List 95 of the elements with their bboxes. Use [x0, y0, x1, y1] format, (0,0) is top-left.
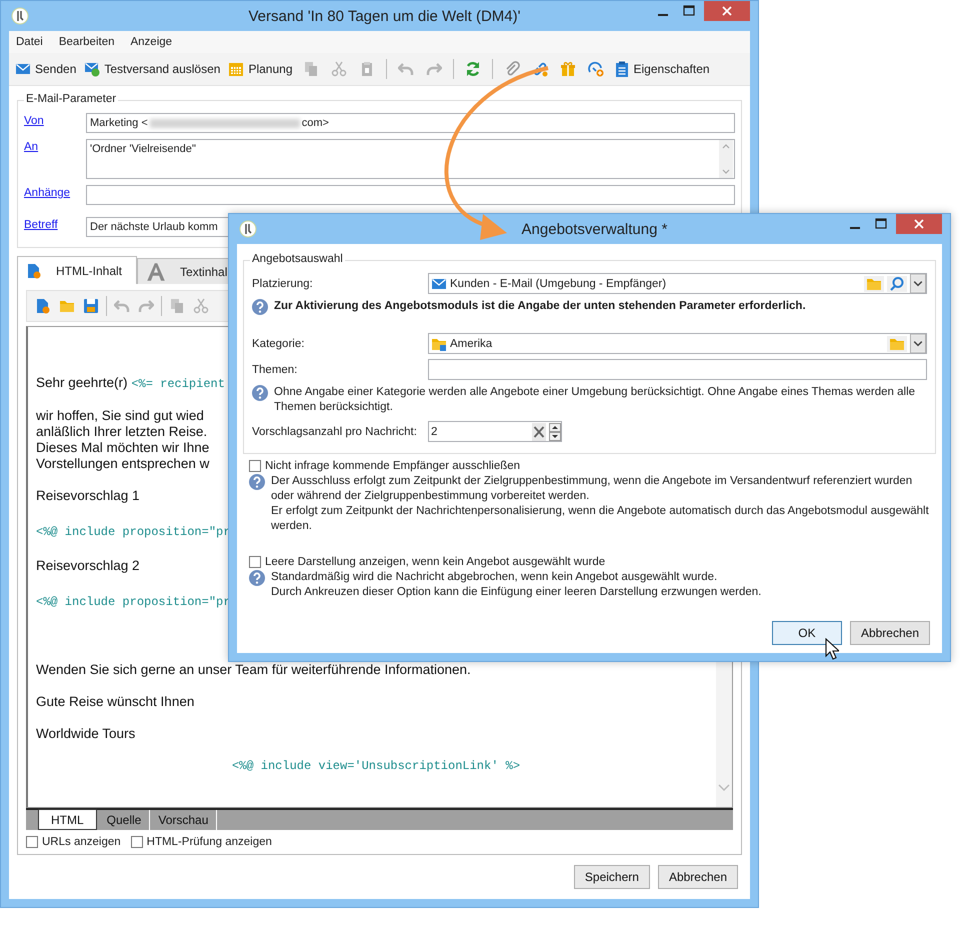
hint-text: Ohne Angabe einer Kategorie werden alle Angebote einer Umgebung berücksichtigt. Ohne Angabe eines Themas werden alle Themen berücksichtigt. [274, 385, 916, 415]
field-value: Amerika [450, 338, 492, 350]
calendar-icon [228, 61, 244, 77]
gauge-icon[interactable] [588, 61, 604, 77]
new-document-icon[interactable] [35, 298, 51, 314]
field-label: Themen: [252, 364, 298, 376]
body-text: Vorstellungen entsprechen w [36, 456, 210, 472]
field-label: Kategorie: [252, 338, 306, 350]
clipboard-icon [614, 61, 630, 77]
input-field[interactable] [86, 185, 735, 205]
dialog-button[interactable]: Abbrechen [658, 865, 738, 889]
field-link[interactable]: An [24, 139, 86, 153]
greeting-text: Sehr geehrte(r) [36, 375, 128, 390]
count-field[interactable]: 2 [428, 421, 562, 442]
field-link[interactable]: Anhänge [24, 185, 86, 199]
field-link[interactable]: Von [24, 113, 86, 127]
field-value: Marketing < [90, 117, 148, 129]
hint-text: Zur Aktivierung des Angebotsmoduls ist die Angabe der unten stehenden Parameter erforderlich. [274, 299, 806, 314]
help-icon [249, 474, 265, 490]
group-title: Angebotsauswahl [250, 253, 345, 265]
dropdown-button[interactable] [910, 334, 926, 353]
checkbox-label: URLs anzeigen [42, 836, 121, 848]
hint-text: Standardmäßig wird die Nachricht abgebrochen, wenn kein Angebot ausgewählt wurde. [271, 570, 718, 585]
checkbox[interactable] [26, 836, 38, 848]
font-icon [146, 262, 166, 282]
body-text: Reisevorschlag 1 [36, 488, 140, 504]
checkbox[interactable] [249, 556, 261, 568]
code-snippet: <%@ include proposition="pr [36, 524, 230, 540]
checkbox-label: Nicht infrage kommende Empfänger ausschließen [265, 460, 520, 472]
field-link[interactable]: Betreff [24, 217, 86, 231]
field-value: 'Ordner 'Vielreisende'' [90, 143, 196, 155]
spin-buttons[interactable] [549, 422, 561, 440]
paperclip-icon[interactable] [504, 61, 520, 77]
hint-text: Der Ausschluss erfolgt zum Zeitpunkt der Zielgruppenbestimmung, wenn die Angebote im Versandentwurf referenziert wurden oder während der Zielgruppenbestimmung vorbereitet werden. [271, 474, 914, 504]
field-value: 2 [431, 426, 438, 438]
placement-field[interactable]: Kunden - E-Mail (Umgebung - Empfänger) [428, 273, 927, 294]
menu-item[interactable]: Bearbeiten [58, 36, 114, 48]
body-text: Reisevorschlag 2 [36, 558, 140, 574]
window-title: Versand 'In 80 Tagen um die Welt (DM4)' [248, 8, 522, 24]
sender-field[interactable]: Marketing < com> [86, 113, 735, 133]
hint-text: Durch Ankreuzen dieser Option kann die Einfügung einer leeren Darstellung erzwungen werden. [271, 585, 762, 600]
close-button[interactable] [704, 1, 750, 21]
category-field[interactable]: Amerika [428, 333, 927, 354]
toolbar-button[interactable]: Senden [13, 59, 78, 79]
view-tab[interactable]: Quelle [98, 810, 150, 830]
scrollbar[interactable] [719, 140, 733, 178]
help-icon [252, 385, 268, 401]
link-icon[interactable] [532, 61, 548, 77]
body-text: Worldwide Tours [36, 726, 136, 742]
dialog-button[interactable]: Abbrechen [850, 621, 930, 645]
dialog-button[interactable]: OK [772, 621, 842, 645]
body-text: Wenden Sie sich gerne an unser Team für weiterführende Informationen. [36, 662, 471, 678]
envelope-icon [15, 61, 31, 77]
menu-item[interactable]: Anzeige [130, 36, 172, 48]
code-snippet: <%@ include proposition="pr [36, 594, 230, 610]
body-text: Gute Reise wünscht Ihnen [36, 694, 194, 710]
clear-icon[interactable] [532, 422, 546, 440]
tab[interactable]: HTML-Inhalt [17, 256, 138, 284]
app-icon [239, 220, 257, 238]
body-text: Dieses Mal möchten wir Ihne [36, 440, 210, 456]
html-document-icon [26, 262, 42, 278]
toolbar-button[interactable]: Planung [226, 59, 294, 79]
refresh-icon[interactable] [464, 61, 480, 77]
help-icon [249, 570, 265, 586]
gift-icon[interactable] [560, 61, 576, 77]
app-icon [11, 7, 29, 25]
checkbox-label: HTML-Prüfung anzeigen [146, 836, 272, 848]
menu-item[interactable]: Datei [16, 36, 43, 48]
checkbox[interactable] [130, 836, 143, 848]
view-tab[interactable]: HTML [38, 809, 97, 830]
group-title: E-Mail-Parameter [24, 93, 118, 105]
field-label: Vorschlagsanzahl pro Nachricht: [252, 426, 418, 438]
field-value: Kunden - E-Mail (Umgebung - Empfänger) [450, 278, 666, 290]
envelope-check-icon [84, 61, 100, 77]
close-button[interactable] [896, 214, 942, 234]
dialog-button[interactable]: Speichern [574, 865, 650, 889]
view-tab[interactable]: Vorschau [150, 810, 218, 830]
checkbox[interactable] [249, 460, 261, 472]
field-label: Platzierung: [252, 278, 314, 290]
hint-text: Er erfolgt zum Zeitpunkt der Nachrichtenpersonalisierung, wenn die Angebote automatisch durch das Angebotsmodul ausgewählt werden. [271, 504, 930, 534]
body-text: anläßlich Ihrer letzten Reise. [36, 424, 208, 440]
toolbar-button[interactable]: Eigenschaften [612, 59, 712, 79]
window-title: Angebotsverwaltung * [520, 220, 668, 238]
field-value: com> [302, 117, 329, 129]
save-icon[interactable] [83, 298, 99, 314]
code-snippet: <%= recipient [131, 377, 225, 391]
themes-field[interactable] [428, 359, 927, 380]
help-icon [252, 299, 268, 315]
code-snippet: <%@ include view='UnsubscriptionLink' %> [232, 758, 520, 774]
recipient-field[interactable]: 'Ordner 'Vielreisende'' [86, 139, 735, 179]
checkbox-label: Leere Darstellung anzeigen, wenn kein Angebot ausgewählt wurde [265, 556, 606, 568]
body-text: wir hoffen, Sie sind gut wied [36, 408, 204, 424]
dropdown-button[interactable] [910, 274, 926, 293]
search-icon[interactable] [887, 276, 907, 292]
toolbar-button[interactable]: Testversand auslösen [82, 59, 222, 79]
